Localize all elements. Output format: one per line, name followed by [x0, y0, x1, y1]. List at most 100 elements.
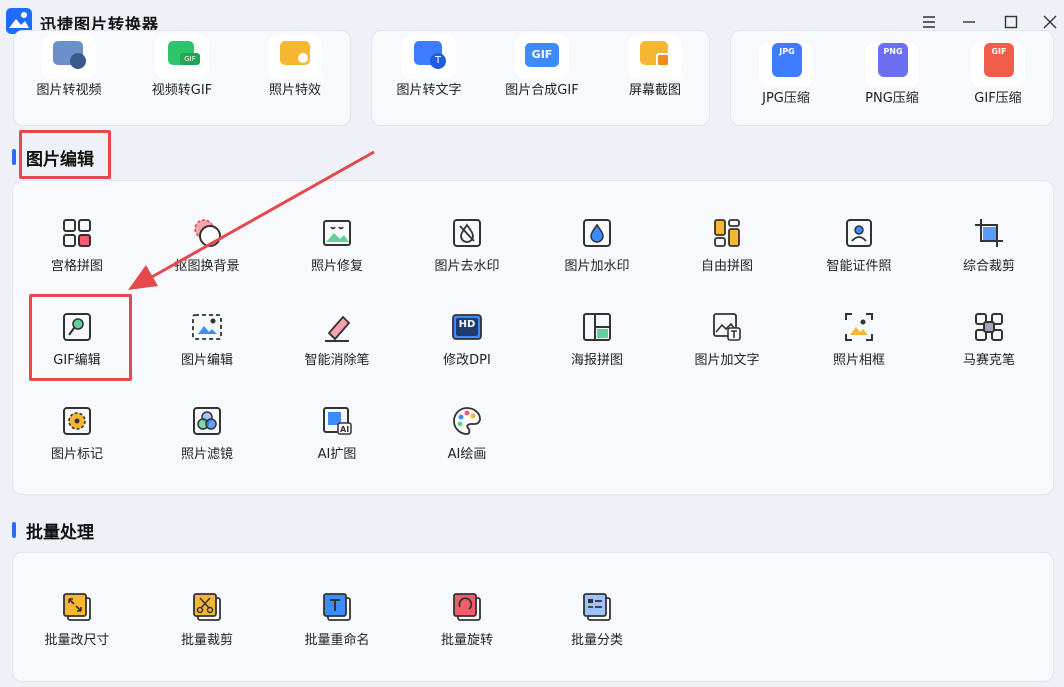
tool-label: PNG压缩: [865, 91, 919, 106]
tool-label: 批量重命名: [304, 633, 370, 648]
maximize-icon: [1004, 15, 1018, 29]
tool-batch-resize[interactable]: 批量改尺寸: [12, 591, 142, 648]
crop-icon: [975, 219, 1003, 247]
section-title-edit: 图片编辑: [26, 150, 94, 170]
tool-gif-edit[interactable]: GIF编辑: [12, 311, 142, 368]
photo-effects-icon: [268, 35, 322, 79]
tool-photo-repair[interactable]: 照片修复: [272, 217, 402, 274]
tool-screenshot[interactable]: 屏幕截图: [595, 35, 715, 98]
tool-label: 视频转GIF: [151, 83, 213, 98]
tool-add-watermark[interactable]: 图片加水印: [532, 217, 662, 274]
tool-video-to-gif[interactable]: GIF 视频转GIF: [122, 35, 242, 98]
section-accent-bar: [12, 522, 16, 538]
section-title-batch: 批量处理: [26, 523, 94, 543]
tool-label: 照片修复: [310, 259, 363, 274]
tool-poster-collage[interactable]: 海报拼图: [532, 311, 662, 368]
tool-photo-frame[interactable]: 照片相框: [794, 311, 924, 368]
tool-label: GIF压缩: [974, 91, 1022, 106]
tool-png-compress[interactable]: PNG PNG压缩: [832, 43, 952, 106]
video-to-gif-icon: GIF: [155, 35, 209, 79]
batch-rename-icon: [323, 593, 351, 621]
add-watermark-icon: [583, 219, 611, 247]
tool-mosaic-pen[interactable]: 马赛克笔: [924, 311, 1054, 368]
ai-expand-icon: AI: [323, 407, 352, 435]
tool-label: 抠图换背景: [174, 259, 240, 274]
tool-label: 批量旋转: [440, 633, 493, 648]
tool-photo-filter[interactable]: 照片滤镜: [142, 405, 272, 462]
image-to-text-icon: T: [402, 35, 456, 79]
tool-label: AI扩图: [317, 447, 357, 462]
tool-label: 批量分类: [570, 633, 623, 648]
tool-label: 宫格拼图: [50, 259, 103, 274]
tool-gif-compress[interactable]: GIF GIF压缩: [938, 43, 1058, 106]
tool-cutout-background[interactable]: 抠图换背景: [142, 217, 272, 274]
edit-tools-card: 宫格拼图 抠图换背景 照片修复 图片去水印 图片加水印 自由拼图 智能证件照 综…: [12, 180, 1054, 495]
tool-label: 综合裁剪: [962, 259, 1015, 274]
tool-smart-eraser[interactable]: 智能消除笔: [272, 311, 402, 368]
add-text-icon: [713, 313, 741, 341]
tool-ai-paint[interactable]: AI绘画: [402, 405, 532, 462]
tool-image-mark[interactable]: 图片标记: [12, 405, 142, 462]
gif-badge: GIF: [984, 43, 1014, 77]
tool-image-to-video[interactable]: 图片转视频: [9, 35, 129, 98]
tool-label: GIF编辑: [53, 353, 101, 368]
tool-batch-crop[interactable]: 批量裁剪: [142, 591, 272, 648]
tool-label: 图片转文字: [396, 83, 462, 98]
grid-puzzle-icon: [63, 219, 91, 247]
tool-label: 图片编辑: [180, 353, 233, 368]
gif-badge: GIF: [180, 53, 200, 65]
batch-crop-icon: [193, 593, 221, 621]
palette-icon: [453, 407, 481, 435]
batch-resize-icon: [63, 593, 91, 621]
svg-text:AI: AI: [340, 425, 349, 434]
menu-icon: [923, 16, 935, 28]
tool-label: 图片加水印: [564, 259, 630, 274]
tool-label: 海报拼图: [570, 353, 623, 368]
image-to-video-icon: [42, 35, 96, 79]
gif-edit-icon: [63, 313, 91, 341]
tool-remove-watermark[interactable]: 图片去水印: [402, 217, 532, 274]
tool-batch-rotate[interactable]: 批量旋转: [402, 591, 532, 648]
batch-rotate-icon: [453, 593, 481, 621]
gif-compress-icon: GIF: [971, 43, 1025, 87]
tool-ai-expand[interactable]: AI AI扩图: [272, 405, 402, 462]
tool-label: 照片滤镜: [180, 447, 233, 462]
tool-crop[interactable]: 综合裁剪: [924, 217, 1054, 274]
tool-label: 马赛克笔: [962, 353, 1015, 368]
tool-image-to-gif[interactable]: GIF 图片合成GIF: [482, 35, 602, 98]
top-card-compress: JPG JPG压缩 PNG PNG压缩 GIF GIF压缩: [730, 30, 1054, 126]
tool-image-to-text[interactable]: T 图片转文字: [369, 35, 489, 98]
image-to-gif-icon: GIF: [515, 35, 569, 79]
free-collage-icon: [714, 219, 740, 247]
tool-label: 照片特效: [268, 83, 321, 98]
photo-filter-icon: [193, 407, 221, 435]
tool-image-edit[interactable]: 图片编辑: [142, 311, 272, 368]
tool-label: JPG压缩: [762, 91, 810, 106]
tool-free-collage[interactable]: 自由拼图: [662, 217, 792, 274]
image-mark-icon: [63, 407, 91, 435]
tool-label: 智能消除笔: [304, 353, 370, 368]
tool-grid-puzzle[interactable]: 宫格拼图: [12, 217, 142, 274]
tool-label: 批量裁剪: [180, 633, 233, 648]
tool-label: 修改DPI: [443, 353, 491, 368]
id-photo-icon: [846, 219, 872, 247]
screenshot-icon: [628, 35, 682, 79]
tool-label: 照片相框: [832, 353, 885, 368]
tool-id-photo[interactable]: 智能证件照: [794, 217, 924, 274]
tool-photo-effects[interactable]: 照片特效: [235, 35, 355, 98]
mosaic-icon: [975, 313, 1003, 341]
gif-badge: GIF: [525, 43, 559, 67]
eraser-icon: [325, 315, 351, 342]
tool-add-text[interactable]: 图片加文字: [662, 311, 792, 368]
tool-batch-rename[interactable]: 批量重命名: [272, 591, 402, 648]
png-badge: PNG: [878, 43, 908, 77]
tool-jpg-compress[interactable]: JPG JPG压缩: [726, 43, 846, 106]
tool-label: 图片合成GIF: [505, 83, 579, 98]
png-compress-icon: PNG: [865, 43, 919, 87]
tool-label: 自由拼图: [700, 259, 753, 274]
top-card-convert: 图片转视频 GIF 视频转GIF 照片特效: [13, 30, 351, 126]
batch-tools-card: 批量改尺寸 批量裁剪 批量重命名 批量旋转 批量分类: [12, 552, 1054, 682]
tool-modify-dpi[interactable]: HD 修改DPI: [402, 311, 532, 368]
tool-batch-classify[interactable]: 批量分类: [532, 591, 662, 648]
tool-label: 批量改尺寸: [44, 633, 110, 648]
